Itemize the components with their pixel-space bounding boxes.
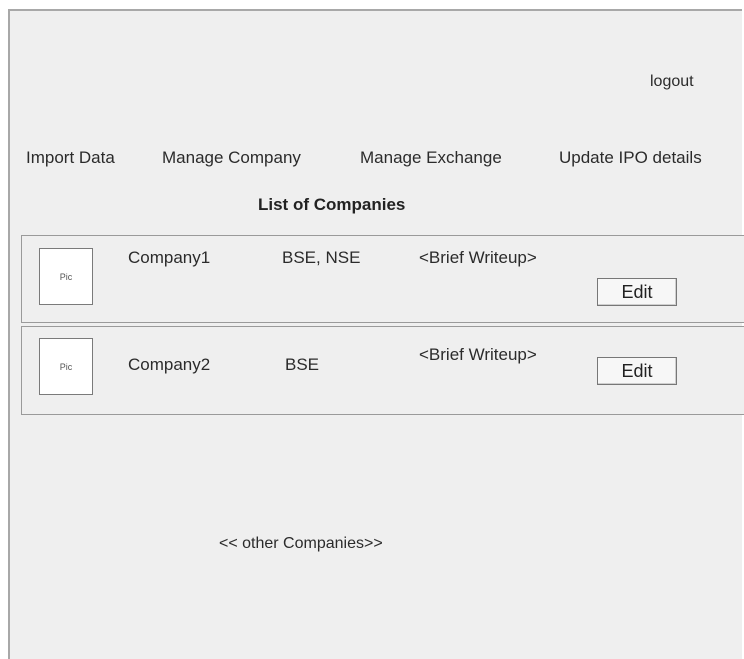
logout-link[interactable]: logout bbox=[650, 73, 694, 91]
company-writeup: <Brief Writeup> bbox=[419, 345, 537, 364]
company-row: Pic Company1 BSE, NSE <Brief Writeup> Ed… bbox=[21, 235, 744, 323]
app-window: logout Import Data Manage Company Manage… bbox=[8, 9, 744, 659]
edit-button[interactable]: Edit bbox=[597, 357, 677, 385]
other-companies-link[interactable]: << other Companies>> bbox=[219, 535, 383, 553]
edit-button[interactable]: Edit bbox=[597, 278, 677, 306]
company-name: Company1 bbox=[128, 248, 211, 267]
company-exchanges: BSE, NSE bbox=[282, 248, 361, 267]
nav-manage-exchange[interactable]: Manage Exchange bbox=[360, 148, 502, 168]
company-name: Company2 bbox=[128, 355, 211, 374]
company-writeup: <Brief Writeup> bbox=[419, 248, 537, 267]
nav-manage-company[interactable]: Manage Company bbox=[162, 148, 301, 168]
nav-import-data[interactable]: Import Data bbox=[26, 148, 115, 168]
page-title: List of Companies bbox=[258, 195, 406, 214]
company-row: Pic Company2 BSE <Brief Writeup> Edit bbox=[21, 326, 744, 415]
company-logo-placeholder: Pic bbox=[39, 248, 93, 305]
company-exchanges: BSE bbox=[285, 355, 320, 374]
nav-update-ipo-details[interactable]: Update IPO details bbox=[559, 148, 702, 168]
main-nav: Import Data Manage Company Manage Exchan… bbox=[10, 148, 742, 172]
company-logo-placeholder: Pic bbox=[39, 338, 93, 395]
